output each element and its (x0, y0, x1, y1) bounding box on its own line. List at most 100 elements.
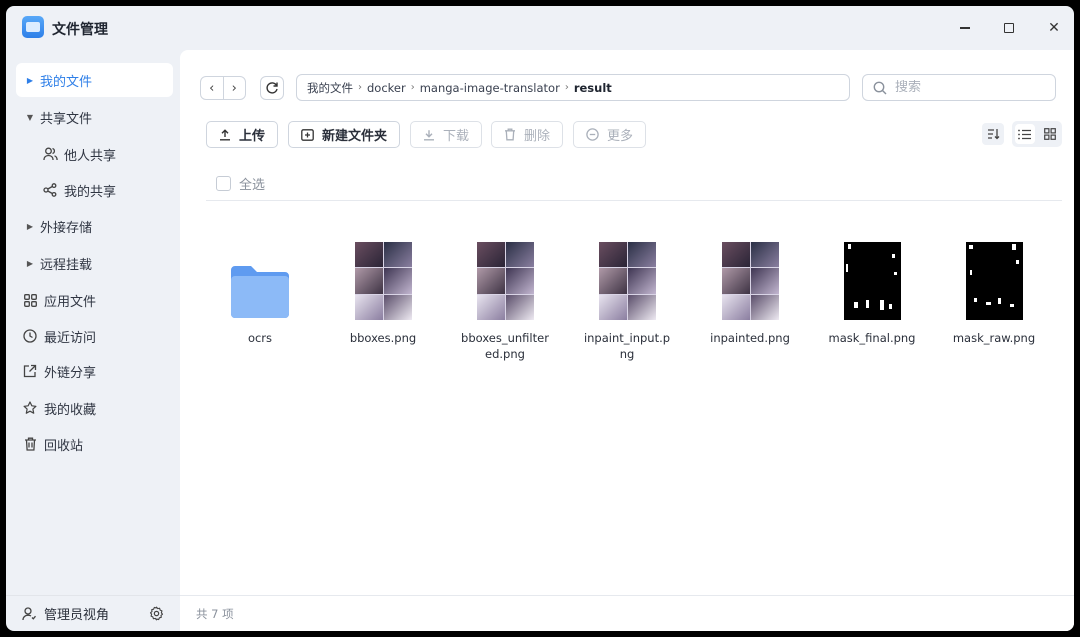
file-name: bboxes_unfiltered.png (461, 331, 549, 361)
image-thumb (965, 240, 1023, 320)
back-button[interactable]: ‹ (201, 77, 223, 99)
select-all-label: 全选 (239, 178, 266, 193)
breadcrumb-item[interactable]: docker (367, 81, 406, 95)
sidebar-item-label: 我的共享 (64, 184, 117, 200)
sidebar-item-label: 最近访问 (44, 330, 97, 346)
folder-thumb (229, 240, 291, 320)
minimize-button[interactable] (953, 16, 977, 40)
item-count: 共 7 项 (196, 606, 234, 621)
file-item-image[interactable]: mask_final.png (822, 240, 922, 346)
manga-thumbnail-icon (721, 242, 779, 320)
search-box (862, 74, 1056, 101)
file-name: mask_final.png (828, 331, 916, 345)
chevron-right-icon: › (231, 80, 237, 96)
sidebar-item-my-files[interactable]: ▶ 我的文件 (16, 63, 173, 97)
file-manager-logo-icon (22, 16, 44, 38)
list-view-button[interactable] (1014, 124, 1035, 144)
download-label: 下载 (443, 129, 470, 144)
close-icon: ✕ (1048, 20, 1060, 36)
refresh-button[interactable] (260, 76, 284, 100)
sidebar-item-shared-files[interactable]: ▼ 共享文件 (16, 100, 173, 134)
sidebar-item-app-files[interactable]: 应用文件 (16, 283, 173, 317)
sidebar-item-my-shares[interactable]: 我的共享 (36, 173, 173, 207)
sidebar-item-label: 远程挂载 (40, 257, 93, 273)
sidebar-item-link-share[interactable]: 外链分享 (16, 354, 173, 388)
sidebar-item-label: 他人共享 (64, 148, 117, 164)
sort-button[interactable] (982, 123, 1004, 145)
sidebar-item-recent[interactable]: 最近访问 (16, 319, 173, 353)
mask-thumbnail-icon (965, 242, 1023, 320)
select-all[interactable]: 全选 (216, 174, 265, 193)
file-item-image[interactable]: bboxes.png (333, 240, 433, 346)
image-thumb (721, 240, 779, 320)
sidebar-item-shared-by-others[interactable]: 他人共享 (36, 137, 173, 171)
sidebar-item-remote-mount[interactable]: ▶ 远程挂载 (16, 246, 173, 280)
sidebar: ▶ 我的文件 ▼ 共享文件 他人共享 我的共享 ▶ 外接存储 ▶ 远程挂载 应用… (6, 50, 180, 631)
breadcrumb-separator-icon: › (410, 82, 415, 93)
breadcrumb-item[interactable]: 我的文件 (307, 80, 353, 96)
download-button[interactable]: 下载 (410, 121, 483, 148)
history-nav: ‹ › (200, 76, 246, 100)
image-thumb (354, 240, 412, 320)
folder-icon (231, 266, 289, 318)
trash-icon (504, 128, 516, 141)
list-icon (1018, 129, 1031, 139)
sidebar-item-label: 应用文件 (44, 294, 97, 310)
new-folder-button[interactable]: 新建文件夹 (288, 121, 401, 148)
file-name: mask_raw.png (952, 331, 1036, 345)
app-window: 文件管理 ✕ ▶ 我的文件 ▼ 共享文件 他人共享 我的共享 ▶ 外接存储 ▶ … (6, 6, 1074, 631)
download-icon (423, 129, 435, 141)
upload-button[interactable]: 上传 (206, 121, 279, 148)
breadcrumb-item[interactable]: manga-image-translator (420, 81, 560, 95)
app-title: 文件管理 (52, 22, 108, 38)
title-bar: 文件管理 ✕ (6, 6, 1074, 50)
file-item-image[interactable]: inpainted.png (700, 240, 800, 346)
search-icon (873, 81, 887, 94)
sort-icon (987, 129, 999, 140)
gear-icon (149, 606, 164, 621)
sidebar-item-label: 共享文件 (40, 111, 93, 127)
file-item-folder[interactable]: ocrs (210, 240, 310, 346)
file-name: inpainted.png (710, 331, 790, 345)
admin-view-toggle[interactable]: 管理员视角 (22, 604, 109, 623)
file-item-image[interactable]: bboxes_unfiltered.png (455, 240, 555, 362)
sidebar-item-trash[interactable]: 回收站 (16, 427, 173, 461)
forward-button[interactable]: › (222, 77, 246, 99)
image-thumb (476, 240, 534, 320)
sidebar-item-label: 我的收藏 (44, 402, 97, 418)
settings-button[interactable] (149, 606, 164, 621)
grid-view-button[interactable] (1040, 124, 1060, 144)
sidebar-item-external-storage[interactable]: ▶ 外接存储 (16, 209, 173, 243)
file-item-image[interactable]: mask_raw.png (944, 240, 1044, 346)
close-button[interactable]: ✕ (1042, 16, 1066, 40)
sidebar-item-favorites[interactable]: 我的收藏 (16, 391, 173, 425)
external-link-icon (16, 364, 38, 378)
file-name: ocrs (247, 331, 273, 345)
chevron-left-icon: ‹ (209, 80, 215, 96)
more-button[interactable]: 更多 (573, 121, 647, 148)
maximize-button[interactable] (997, 16, 1021, 40)
sidebar-footer: 管理员视角 (6, 595, 180, 631)
star-icon (16, 401, 38, 415)
caret-right-icon: ▶ (26, 258, 34, 268)
delete-button[interactable]: 删除 (491, 121, 564, 148)
search-input[interactable] (895, 80, 1045, 95)
share-icon (36, 183, 58, 197)
upload-icon (219, 128, 231, 141)
delete-label: 删除 (524, 129, 551, 144)
file-item-image[interactable]: inpaint_input.png (577, 240, 677, 362)
select-all-checkbox[interactable] (216, 176, 231, 191)
manga-thumbnail-icon (598, 242, 656, 320)
image-thumb (598, 240, 656, 320)
breadcrumb-current: result (573, 80, 612, 95)
status-bar: 共 7 项 (180, 595, 1074, 631)
breadcrumb-separator-icon: › (358, 82, 362, 93)
sidebar-item-label: 外接存储 (40, 220, 93, 236)
refresh-icon (266, 82, 278, 94)
manga-thumbnail-icon (354, 242, 412, 320)
manga-thumbnail-icon (476, 242, 534, 320)
breadcrumb-separator-icon: › (564, 82, 569, 93)
sidebar-item-label: 回收站 (44, 438, 84, 454)
minimize-icon (960, 27, 970, 29)
admin-user-icon (22, 606, 36, 621)
